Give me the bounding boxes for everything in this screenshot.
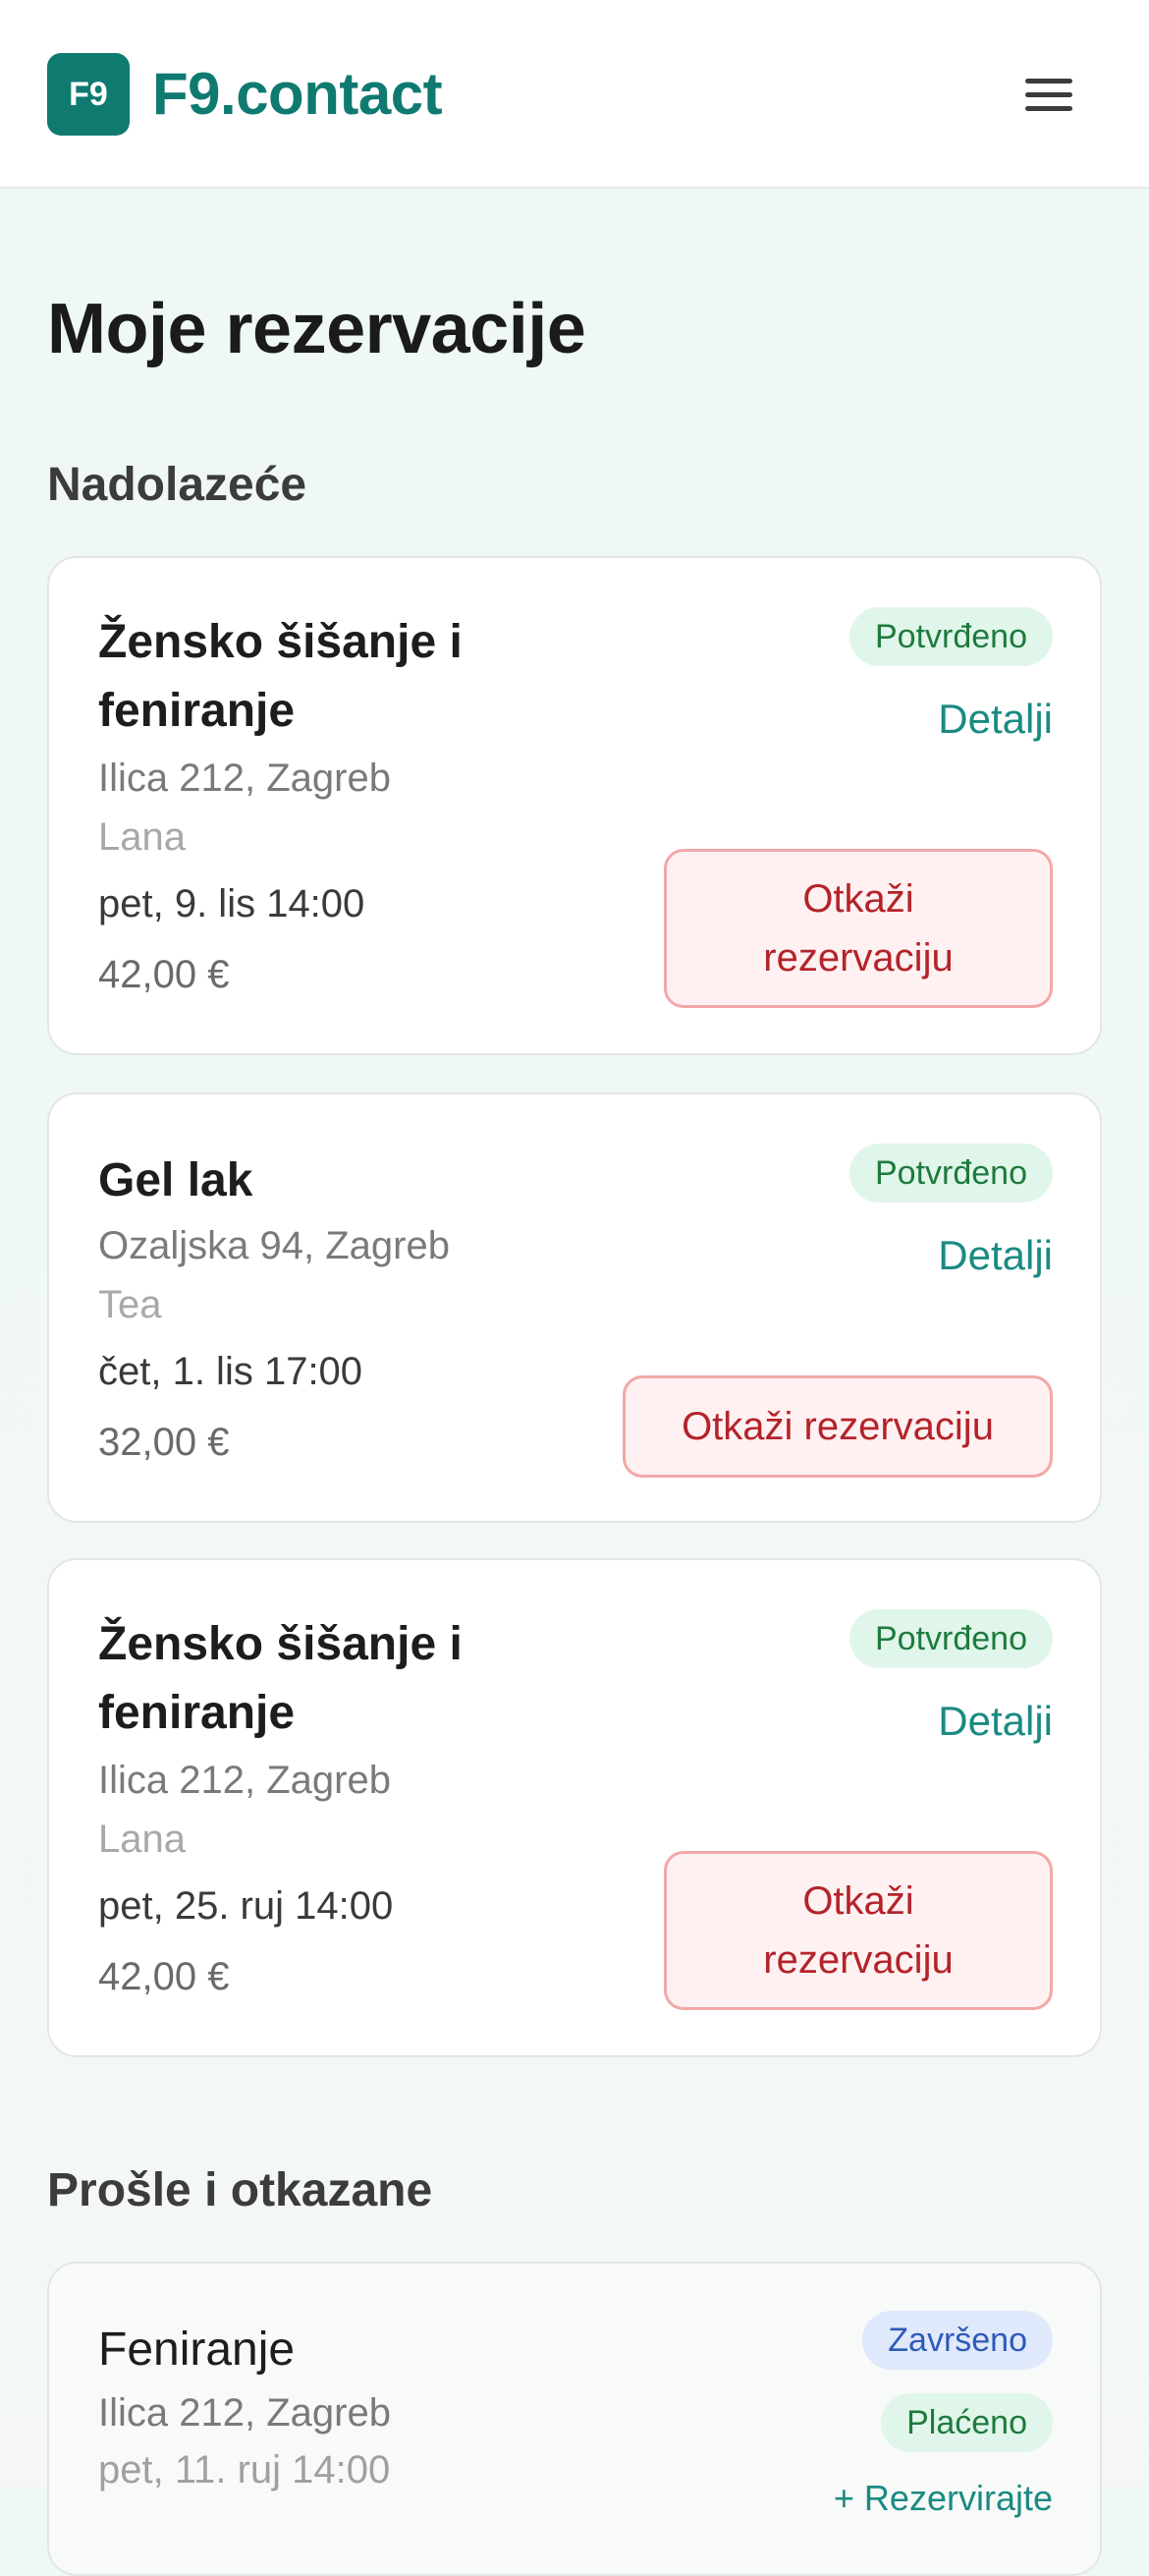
booking-price: 42,00 € — [98, 1955, 230, 1998]
booking-price: 42,00 € — [98, 953, 230, 996]
cancel-booking-button[interactable]: Otkaži rezervaciju — [664, 849, 1053, 1008]
service-name: Feniranje — [98, 2324, 296, 2376]
booking-staff: Tea — [98, 1283, 162, 1326]
cancel-label-cont: rezervaciju — [763, 936, 954, 980]
section-upcoming-title: Nadolazeće — [47, 459, 307, 511]
booking-address: Ozaljska 94, Zagreb — [98, 1224, 450, 1267]
status-badge: Potvrđeno — [849, 1144, 1053, 1203]
booking-staff: Lana — [98, 1818, 186, 1861]
cancel-booking-button[interactable]: Otkaži rezervaciju — [623, 1375, 1053, 1478]
booking-card: Žensko šišanje i feniranje Ilica 212, Za… — [47, 1558, 1102, 2057]
booking-staff: Lana — [98, 815, 186, 859]
menu-line — [1025, 78, 1072, 84]
cancel-booking-button[interactable]: Otkaži rezervaciju — [664, 1851, 1053, 2010]
menu-line — [1025, 91, 1072, 97]
brand-name[interactable]: F9.contact — [152, 57, 443, 132]
service-name-cont: feniranje — [98, 1687, 296, 1739]
booking-datetime: pet, 11. ruj 14:00 — [98, 2448, 391, 2492]
cancel-label: Otkaži — [802, 877, 914, 921]
details-link[interactable]: Detalji — [938, 1692, 1053, 1751]
logo-icon[interactable]: F9 — [47, 53, 130, 136]
booking-address: Ilica 212, Zagreb — [98, 2391, 391, 2435]
section-past-title: Prošle i otkazane — [47, 2164, 433, 2216]
past-booking-card: Feniranje Ilica 212, Zagreb pet, 11. ruj… — [47, 2262, 1102, 2576]
app-header: F9 F9.contact — [0, 0, 1149, 189]
booking-card: Gel lak Ozaljska 94, Zagreb Tea čet, 1. … — [47, 1092, 1102, 1523]
service-name: Gel lak — [98, 1154, 253, 1206]
booking-card: Žensko šišanje i feniranje Ilica 212, Za… — [47, 556, 1102, 1055]
booking-datetime: pet, 25. ruj 14:00 — [98, 1884, 394, 1928]
status-badge-paid: Plaćeno — [881, 2393, 1053, 2452]
booking-address: Ilica 212, Zagreb — [98, 756, 391, 800]
menu-line — [1025, 105, 1072, 111]
details-link[interactable]: Detalji — [938, 690, 1053, 749]
cancel-label-cont: rezervaciju — [763, 1938, 954, 1982]
booking-address: Ilica 212, Zagreb — [98, 1759, 391, 1802]
status-badge: Potvrđeno — [849, 1609, 1053, 1668]
booking-datetime: čet, 1. lis 17:00 — [98, 1350, 363, 1393]
status-badge: Potvrđeno — [849, 607, 1053, 666]
service-name-cont: feniranje — [98, 685, 296, 737]
cancel-label: Otkaži — [802, 1879, 914, 1923]
details-link[interactable]: Detalji — [938, 1226, 1053, 1285]
rebook-link[interactable]: + Rezervirajte — [834, 2474, 1053, 2523]
service-name: Žensko šišanje i — [98, 1618, 463, 1670]
page-title: Moje rezervacije — [47, 290, 586, 368]
booking-datetime: pet, 9. lis 14:00 — [98, 882, 365, 925]
booking-price: 32,00 € — [98, 1421, 230, 1464]
status-badge-completed: Završeno — [862, 2311, 1053, 2370]
hamburger-icon[interactable] — [1012, 65, 1086, 124]
service-name: Žensko šišanje i — [98, 616, 463, 668]
